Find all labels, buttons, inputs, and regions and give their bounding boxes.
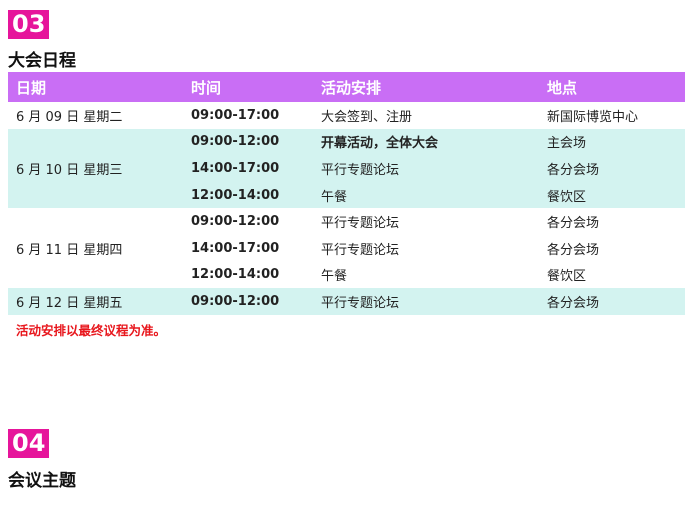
time-cell: 09:00-12:00 [183, 288, 313, 315]
location-cell: 餐饮区 [539, 261, 685, 289]
time-cell: 12:00-14:00 [183, 261, 313, 289]
schedule-note: 活动安排以最终议程为准。 [16, 323, 167, 338]
date-cell: 6 月 09 日 星期二 [8, 102, 183, 129]
header-date: 日期 [8, 72, 183, 102]
location-cell: 各分会场 [539, 208, 685, 235]
header-time: 时间 [183, 72, 313, 102]
date-cell: 6 月 11 日 星期四 [8, 208, 183, 289]
table-row: 6 月 11 日 星期四 09:00-12:00 平行专题论坛 各分会场 [8, 208, 685, 289]
location-cell: 新国际博览中心 [539, 102, 685, 129]
location-cell: 各分会场 [539, 288, 685, 315]
time-cell: 09:00-12:00 [183, 208, 313, 235]
table-row: 6 月 12 日 星期五 09:00-12:00 平行专题论坛 各分会场 [8, 288, 685, 315]
location-cell: 主会场 [539, 128, 685, 156]
header-location: 地点 [539, 72, 685, 102]
time-cell: 09:00-12:00 [183, 128, 313, 156]
activity-cell: 开幕活动，全体大会 [313, 128, 539, 156]
time-cell: 14:00-17:00 [183, 234, 313, 262]
section-title-schedule: 大会日程 [8, 51, 76, 71]
time-cell: 09:00-17:00 [183, 102, 313, 129]
date-cell: 6 月 12 日 星期五 [8, 288, 183, 315]
header-activity: 活动安排 [313, 72, 539, 102]
location-cell: 餐饮区 [539, 181, 685, 209]
section-number-badge: 03 [8, 10, 50, 39]
table-row: 6 月 09 日 星期二 09:00-17:00 大会签到、注册 新国际博览中心 [8, 102, 685, 129]
table-row: 6 月 10 日 星期三 09:00-12:00 开幕活动，全体大会 主会场 [8, 128, 685, 209]
location-cell: 各分会场 [539, 155, 685, 182]
time-cell: 14:00-17:00 [183, 155, 313, 182]
activity-cell: 平行专题论坛 [313, 234, 539, 262]
activity-cell: 平行专题论坛 [313, 288, 539, 315]
activity-cell: 平行专题论坛 [313, 155, 539, 182]
time-cell: 12:00-14:00 [183, 181, 313, 209]
section-title-theme: 会议主题 [8, 471, 76, 491]
table-header-row: 日期 时间 活动安排 地点 [8, 72, 685, 102]
activity-cell: 大会签到、注册 [313, 102, 539, 129]
activity-cell: 午餐 [313, 181, 539, 209]
activity-cell: 平行专题论坛 [313, 208, 539, 235]
activity-cell: 午餐 [313, 261, 539, 289]
schedule-table: 日期 时间 活动安排 地点 6 月 09 日 星期二 09:00-17:00 大… [8, 72, 685, 315]
section-number-badge: 04 [8, 429, 50, 458]
location-cell: 各分会场 [539, 234, 685, 262]
date-cell: 6 月 10 日 星期三 [8, 128, 183, 209]
